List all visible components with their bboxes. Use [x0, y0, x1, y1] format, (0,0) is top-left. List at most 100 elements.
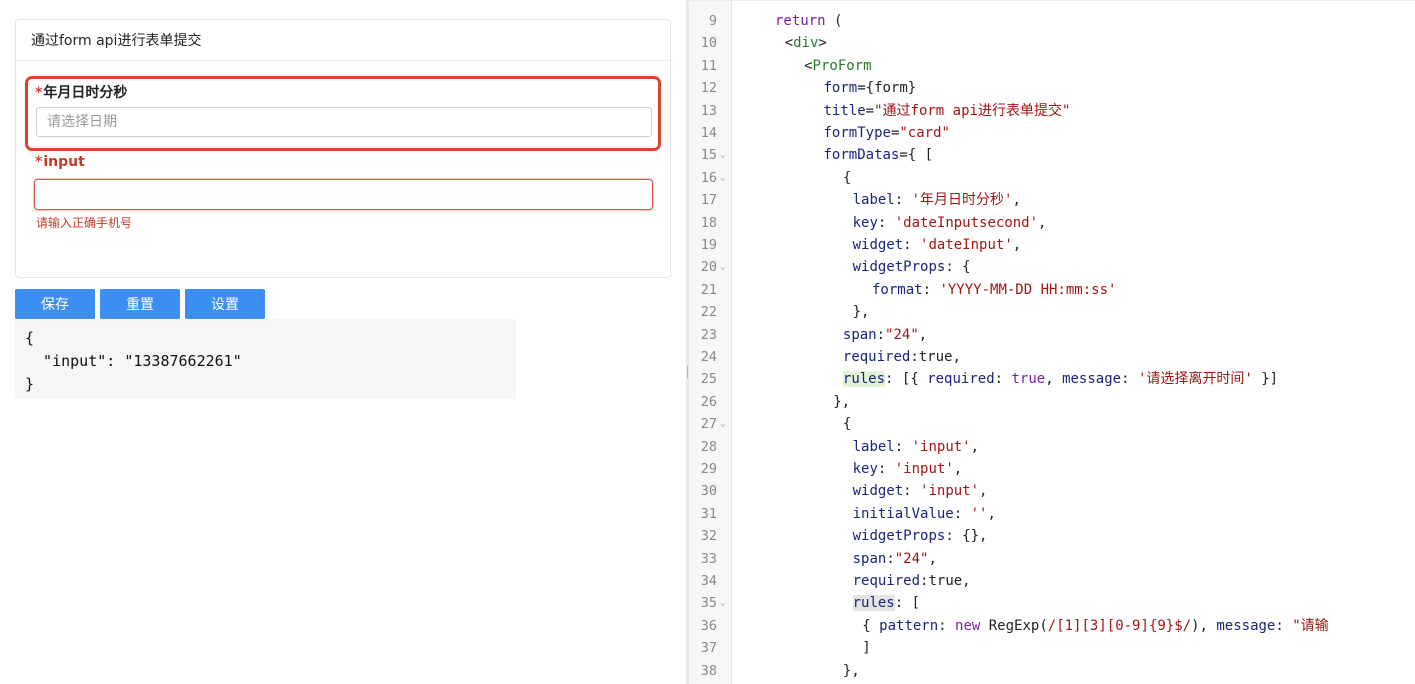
code-token: span [842, 326, 877, 343]
code-token: 'input' [920, 483, 980, 500]
code-text: initialValue: '', [853, 503, 996, 525]
reset-button[interactable]: 重置 [100, 289, 180, 319]
code-line[interactable]: 14 formType="card" [689, 122, 1415, 144]
code-text: { [843, 167, 851, 189]
fold-chevron-icon[interactable]: ⌄ [720, 144, 725, 166]
code-token: new [955, 617, 981, 634]
code-line[interactable]: 28 label: 'input', [689, 436, 1415, 458]
code-token: : [{ [885, 371, 928, 388]
fold-chevron-icon[interactable]: ⌄ [720, 592, 725, 614]
code-text: { [843, 413, 851, 435]
code-line[interactable]: 38}, [689, 660, 1415, 682]
line-number: 12 [700, 80, 717, 97]
code-token: : [894, 192, 912, 209]
code-line[interactable]: 32 widgetProps: {}, [689, 525, 1415, 547]
code-line[interactable]: 24 required:true, [689, 346, 1415, 368]
code-token: '请选择离开时间' [1137, 371, 1253, 388]
code-line[interactable]: 35 ⌄ rules: [ [689, 592, 1415, 614]
fold-chevron-icon[interactable]: ⌄ [720, 413, 725, 435]
code-text: <div> [785, 32, 827, 54]
code-token: , [953, 461, 963, 477]
validation-error-message: 请输入正确手机号 [36, 216, 133, 230]
code-text: widget: 'dateInput', [853, 234, 1022, 256]
code-text: required:true, [843, 346, 961, 368]
code-line[interactable]: 10 <div> [689, 32, 1415, 54]
code-editor[interactable]: 9 return (10 <div> 11 <ProForm 12 form={form} 1… [689, 0, 1415, 684]
card-title: 通过form api进行表单提交 [16, 20, 670, 61]
code-text: }, [833, 391, 850, 413]
line-number: 34 [700, 573, 717, 589]
code-line[interactable]: 36 { pattern: new RegExp(/[1][3][0-9]{9}$… [689, 615, 1415, 637]
code-token: "通过form api进行表单提交" [874, 102, 1071, 119]
code-line[interactable]: 29 key: 'input', [689, 458, 1415, 480]
input-field-label: *input [35, 154, 85, 170]
phone-input[interactable] [34, 179, 653, 210]
code-token: , [979, 483, 988, 500]
code-text: form={form} [824, 77, 917, 99]
code-token: "card" [899, 125, 950, 141]
line-number: 19 [700, 237, 717, 253]
code-text: key: 'input', [853, 458, 963, 480]
code-line[interactable]: 22}, [689, 301, 1415, 323]
code-line[interactable]: 12 form={form} [689, 77, 1415, 99]
code-token: 'dateInput' [920, 237, 1013, 253]
line-number: 27 [700, 416, 717, 433]
code-line[interactable]: 17 label: '年月日时分秒', [689, 189, 1415, 211]
code-token: , [928, 550, 937, 567]
code-token: { [842, 169, 852, 186]
code-line[interactable]: 33 span:"24", [689, 548, 1415, 570]
line-number: 29 [700, 461, 717, 477]
code-token: "24" [894, 550, 929, 567]
code-line[interactable]: 25 rules: [{ required: true, message: '请选… [689, 368, 1415, 390]
code-line[interactable]: 11 <ProForm [689, 55, 1415, 77]
code-line[interactable]: 34 required:true, [689, 570, 1415, 592]
code-token: required [842, 349, 911, 365]
code-line[interactable]: 31 initialValue: '', [689, 503, 1415, 525]
code-line[interactable]: 21 format: 'YYYY-MM-DD HH:mm:ss' [689, 279, 1415, 301]
code-line[interactable]: 19 widget: 'dateInput', [689, 234, 1415, 256]
code-text: <ProForm [804, 55, 871, 77]
code-token: '' [970, 505, 988, 522]
code-line[interactable]: 13 title="通过form api进行表单提交" [689, 100, 1415, 122]
code-text: { pattern: new RegExp(/[1][3][0-9]{9}$/)… [862, 615, 1328, 637]
code-token: : [877, 461, 895, 477]
required-mark: * [35, 85, 43, 101]
code-token: key [852, 214, 878, 231]
code-line[interactable]: 9 return ( [689, 10, 1415, 32]
code-line[interactable]: 30 widget: 'input', [689, 480, 1415, 502]
code-token: , [1045, 371, 1063, 388]
save-button[interactable]: 保存 [15, 289, 95, 319]
date-picker-input[interactable]: 请选择日期 [36, 107, 652, 137]
code-line[interactable]: 15 ⌄ formDatas={ [ [689, 144, 1415, 166]
code-text: label: 'input', [853, 436, 979, 458]
code-line[interactable]: 26}, [689, 391, 1415, 413]
code-token: widgetProps [852, 259, 946, 276]
code-line[interactable]: 16 ⌄ { [689, 167, 1415, 189]
line-number: 17 [700, 192, 717, 209]
code-token: }, [852, 304, 870, 321]
code-line[interactable]: 18 key: 'dateInputsecond', [689, 212, 1415, 234]
code-line[interactable]: 27 ⌄ { [689, 413, 1415, 435]
code-token: { [842, 416, 852, 433]
code-token: pattern [879, 617, 939, 634]
line-number: 14 [700, 125, 717, 141]
code-token: ] [862, 640, 871, 657]
settings-button[interactable]: 设置 [185, 289, 265, 319]
code-token: : [903, 483, 921, 500]
fold-chevron-icon[interactable]: ⌄ [720, 256, 725, 278]
code-token: < [804, 57, 813, 74]
code-text: title="通过form api进行表单提交" [824, 100, 1071, 122]
datetime-label-text: 年月日时分秒 [43, 85, 128, 101]
output-line: } [25, 375, 35, 393]
code-token: div [793, 35, 819, 52]
line-number: 13 [700, 102, 717, 119]
code-token: return [775, 13, 826, 29]
code-text: }, [843, 660, 860, 682]
grip-icon [687, 366, 688, 378]
line-number: 23 [700, 326, 717, 343]
code-line[interactable]: 20 ⌄ widgetProps: { [689, 256, 1415, 278]
code-token: : [876, 326, 886, 343]
code-line[interactable]: 23 span:"24", [689, 324, 1415, 346]
code-line[interactable]: 37] [689, 637, 1415, 659]
fold-chevron-icon[interactable]: ⌄ [720, 167, 725, 189]
